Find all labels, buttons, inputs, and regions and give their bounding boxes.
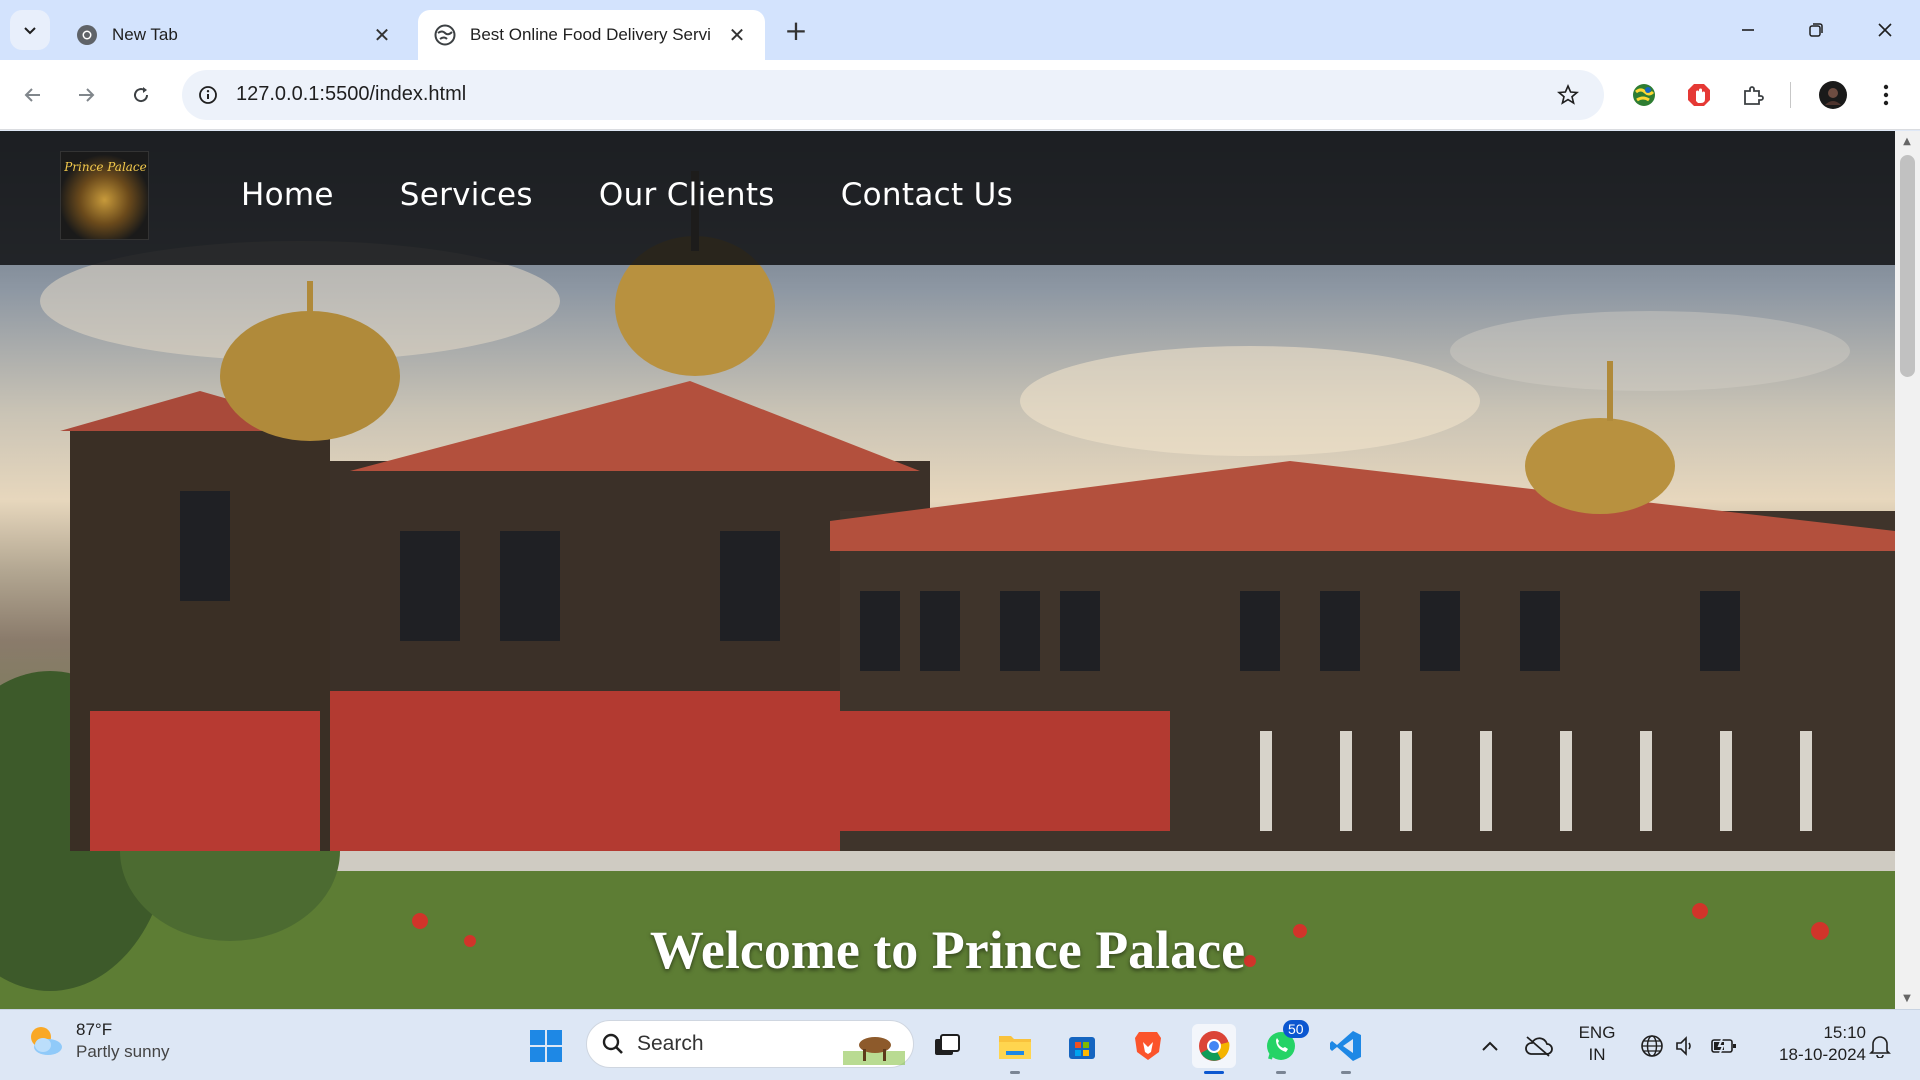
globe-icon [434,24,456,46]
address-url: 127.0.0.1:5500/index.html [236,83,467,105]
page-viewport: Welcome to Prince Palace Prince Palace H… [0,131,1895,1009]
clock-date: 18-10-2024 [1779,1045,1866,1064]
task-view-button[interactable] [925,1024,969,1068]
site-info-icon[interactable] [194,81,222,109]
chrome-icon [76,24,98,46]
chrome-taskbar-button[interactable] [1192,1024,1236,1074]
reload-button[interactable] [123,77,159,113]
weather-condition: Partly sunny [76,1042,170,1061]
scroll-down-arrow-icon[interactable]: ▼ [1901,993,1913,1005]
reload-icon [134,87,149,103]
file-explorer-button[interactable] [993,1024,1037,1074]
microsoft-store-button[interactable] [1060,1024,1104,1068]
nav-home[interactable]: Home [241,177,334,213]
nav-contact-us[interactable]: Contact Us [841,177,1013,213]
notifications-button[interactable] [1858,1024,1902,1068]
bookmark-star-icon[interactable] [1554,81,1582,109]
store-icon [1069,1037,1095,1059]
tab-food-delivery[interactable]: Best Online Food Delivery Servi ✕ [418,10,765,60]
battery-button[interactable] [1702,1024,1746,1068]
whatsapp-button[interactable]: 50 [1259,1020,1309,1074]
weather-widget[interactable]: 87°F Partly sunny [26,1020,170,1062]
site-logo[interactable]: Prince Palace [60,151,149,240]
language-indicator[interactable]: ENG IN [1573,1022,1621,1066]
taskbar-search[interactable]: Search [586,1020,914,1068]
partly-sunny-icon [26,1022,64,1060]
close-tab-icon[interactable]: ✕ [370,23,394,47]
scroll-up-arrow-icon[interactable]: ▲ [1901,136,1913,148]
back-button[interactable] [15,77,51,113]
new-tab-button[interactable]: + [780,14,812,47]
brave-lion-icon [1135,1032,1161,1060]
close-icon [1878,23,1892,37]
chrome-icon [1199,1031,1230,1061]
minimize-button[interactable] [1720,8,1776,52]
clock[interactable]: 15:10 18-10-2024 [1754,1022,1866,1066]
scrollbar-thumb[interactable] [1900,155,1915,377]
restore-icon [1809,23,1823,37]
brave-browser-button[interactable] [1126,1024,1170,1068]
running-indicator [1010,1071,1020,1074]
task-view-icon [935,1034,960,1055]
cloud-offline-icon [1525,1036,1553,1057]
browser-toolbar: 127.0.0.1:5500/index.html [0,60,1920,130]
active-indicator [1204,1071,1224,1074]
windows-taskbar: 87°F Partly sunny Search 50 ENG IN 15:10… [0,1009,1920,1080]
tab-title: Best Online Food Delivery Servi [470,25,711,44]
kebab-menu-icon [1883,84,1889,106]
language-region: IN [1588,1045,1606,1064]
address-bar[interactable]: 127.0.0.1:5500/index.html [182,70,1604,120]
hero-heading: Welcome to Prince Palace [649,920,1246,980]
running-indicator [1341,1071,1351,1074]
notification-badge: 50 [1283,1020,1309,1038]
battery-charging-icon [1711,1038,1736,1054]
vscode-button[interactable] [1324,1024,1368,1074]
folder-icon [999,1036,1031,1059]
bell-icon [1869,1036,1891,1058]
toolbar-divider [1790,82,1791,108]
main-nav: Home Services Our Clients Contact Us [241,177,1013,213]
profile-avatar[interactable] [1817,79,1849,111]
weather-temperature: 87°F [76,1020,113,1039]
chevron-down-icon [24,27,36,35]
tab-search-button[interactable] [10,10,50,50]
browser-menu-button[interactable] [1870,79,1902,111]
running-indicator [1276,1071,1286,1074]
globe-network-icon [1641,1035,1663,1057]
extension-adblock-icon[interactable] [1683,79,1715,111]
show-hidden-icons-button[interactable] [1468,1024,1512,1068]
vscode-icon [1330,1031,1361,1061]
forward-button[interactable] [68,77,104,113]
language-code: ENG [1578,1023,1616,1042]
windows-logo-icon [530,1030,562,1062]
search-icon [602,1033,623,1054]
close-window-button[interactable] [1857,8,1913,52]
extensions-puzzle-icon[interactable] [1737,79,1769,111]
tab-new-tab[interactable]: New Tab ✕ [60,10,410,60]
arrow-right-icon [79,88,95,102]
onedrive-button[interactable] [1516,1024,1560,1068]
logo-text: Prince Palace [64,160,147,174]
nav-our-clients[interactable]: Our Clients [599,177,775,213]
close-tab-icon[interactable]: ✕ [725,23,749,47]
speaker-icon [1676,1036,1691,1056]
restore-button[interactable] [1788,8,1844,52]
tab-title: New Tab [112,25,178,44]
clock-time: 15:10 [1823,1023,1866,1042]
page-scrollbar[interactable]: ▲ ▼ [1895,131,1920,1009]
start-button[interactable] [524,1024,568,1068]
minimize-icon [1742,29,1754,31]
chevron-up-icon [1482,1041,1498,1051]
browser-tabstrip: New Tab ✕ Best Online Food Delivery Serv… [0,0,1920,60]
arrow-left-icon [24,88,40,102]
site-header: Prince Palace Home Services Our Clients … [0,131,1895,265]
nav-services[interactable]: Services [400,177,533,213]
extension-globe-icon[interactable] [1628,79,1660,111]
search-highlight-image [843,1037,905,1065]
search-label: Search [637,1032,704,1055]
